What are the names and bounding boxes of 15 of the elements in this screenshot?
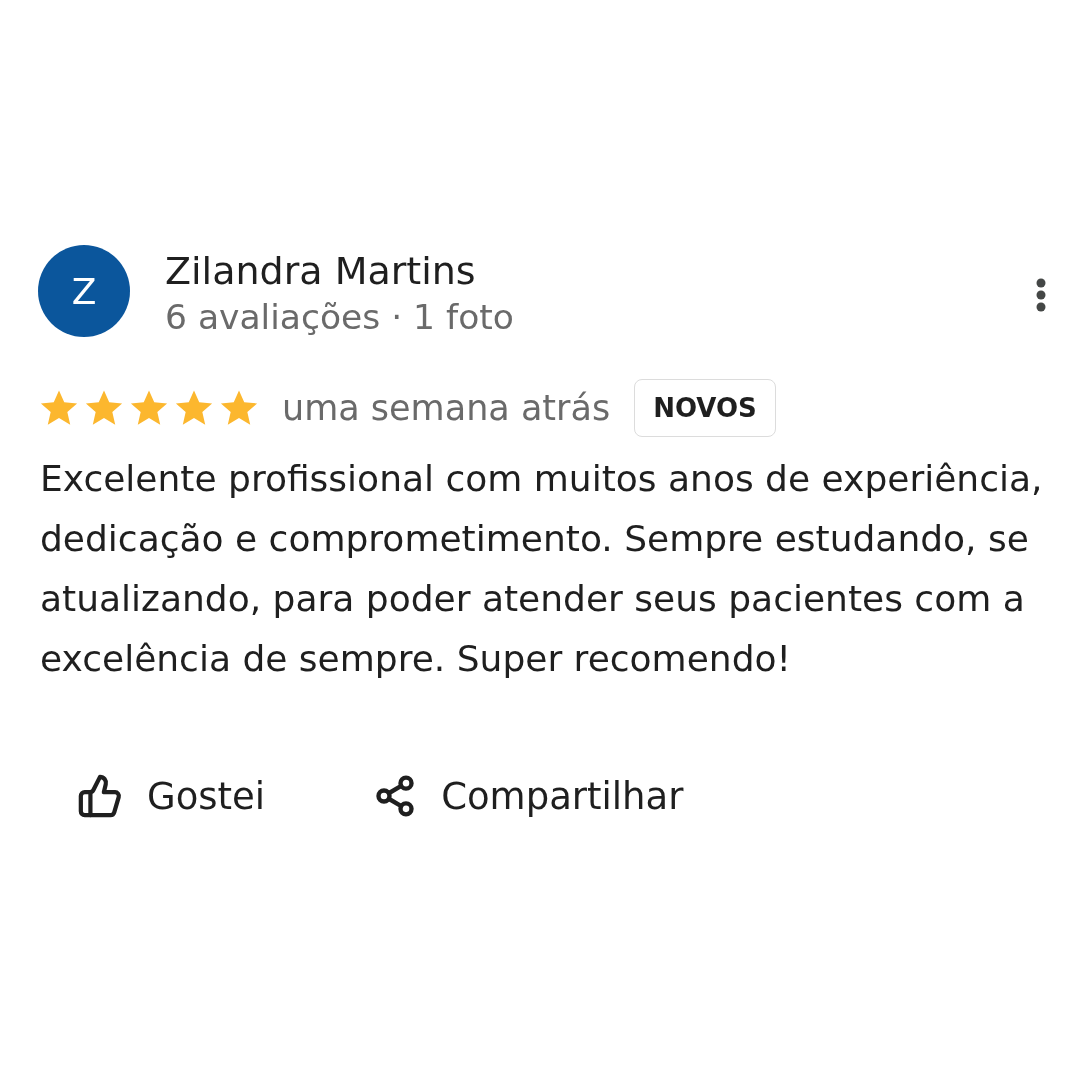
new-badge: NOVOS [634,379,776,437]
reviewer-stats: 6 avaliações · 1 foto [165,296,514,338]
share-button[interactable]: Compartilhar [349,763,708,829]
thumbs-up-icon [77,773,123,819]
review-time: uma semana atrás [282,388,611,428]
reviewer-name: Zilandra Martins [165,248,477,294]
more-vertical-icon [1036,278,1046,312]
star-icon [220,389,258,427]
star-icon [130,389,168,427]
like-button[interactable]: Gostei [53,763,290,829]
star-icon [175,389,213,427]
review-text: Excelente profissional com muitos anos de experiência, dedicação e comprometimento. Sempre estudando, se atualizando, para poder atender seus pacientes com a excelência de sempre. Super recomendo! [40,457,1044,681]
star-icon [85,389,123,427]
star-icon [40,389,78,427]
avatar: Z [38,245,130,337]
